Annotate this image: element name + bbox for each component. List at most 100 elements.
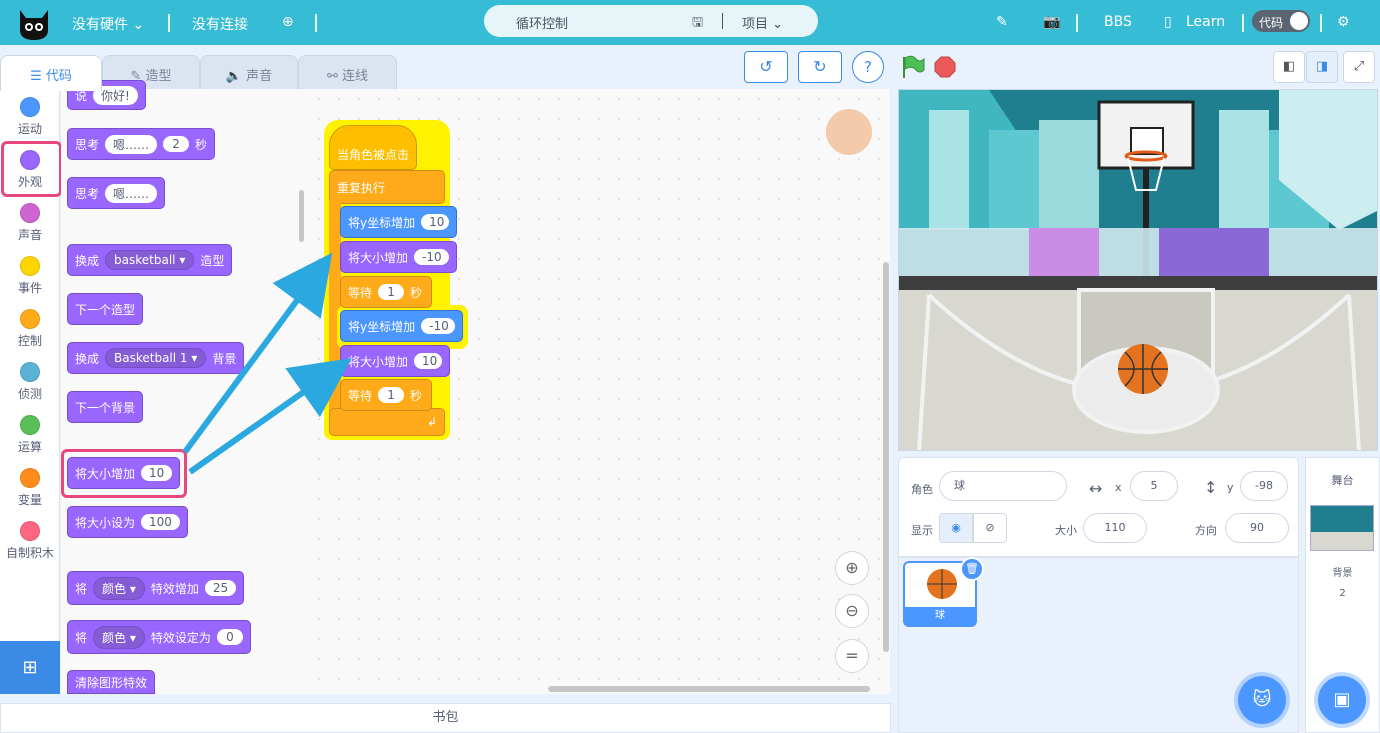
zoom-out-button[interactable]: ⊖ — [835, 594, 869, 628]
green-flag-icon[interactable] — [900, 54, 926, 80]
number-input[interactable]: 10 — [414, 353, 442, 369]
project-menu[interactable]: 项目 ⌄ — [742, 13, 783, 32]
change-y-block[interactable]: 将y坐标增加 -10 — [340, 310, 463, 342]
wait-block[interactable]: 等待 1 秒 — [340, 379, 432, 411]
trash-icon: 🗑 — [965, 562, 979, 575]
show-button[interactable]: ◉ — [939, 513, 973, 543]
cat-logo-icon[interactable] — [14, 2, 54, 42]
gear-icon[interactable]: ⚙ — [1337, 14, 1350, 30]
large-stage-button[interactable]: ◨ — [1306, 51, 1338, 83]
category-control[interactable]: 控制 — [0, 309, 60, 349]
size-field[interactable]: 110 — [1083, 513, 1147, 543]
backdrop-thumbnail — [1310, 505, 1374, 551]
zoom-in-button[interactable]: ⊕ — [835, 551, 869, 585]
stage[interactable] — [898, 89, 1378, 451]
add-extension-button[interactable]: ⊞ — [0, 641, 60, 694]
next-backdrop-block[interactable]: 下一个背景 — [67, 391, 144, 423]
next-costume-block[interactable]: 下一个造型 — [67, 293, 144, 325]
set-effect-block[interactable]: 将颜色 ▾ 特效设定为 0 — [67, 620, 251, 654]
size-input[interactable]: 100 — [141, 514, 180, 530]
effect-input[interactable]: 25 — [204, 580, 237, 596]
add-backdrop-button[interactable]: ▣ — [1318, 676, 1366, 724]
set-size-block[interactable]: 将大小设为 100 — [67, 506, 188, 538]
stop-icon[interactable] — [934, 56, 956, 78]
chevron-down-icon: ⌄ — [772, 17, 784, 32]
delete-sprite-button[interactable]: 🗑 — [960, 557, 984, 581]
small-stage-button[interactable]: ◧ — [1273, 51, 1305, 83]
change-y-block[interactable]: 将y坐标增加 10 — [340, 206, 457, 238]
category-my-blocks[interactable]: 自制积木 — [0, 521, 60, 561]
category-variables[interactable]: 变量 — [0, 468, 60, 508]
project-title-input[interactable]: 循环控制 — [516, 13, 568, 32]
number-input[interactable]: 1 — [378, 284, 405, 300]
effect-dropdown[interactable]: 颜色 ▾ — [93, 625, 145, 649]
category-events[interactable]: 事件 — [0, 256, 60, 296]
x-field[interactable]: 5 — [1130, 471, 1178, 501]
redo-button[interactable]: ↻ — [798, 51, 842, 83]
switch-costume-block[interactable]: 换成 basketball ▾ 造型 — [67, 244, 233, 276]
script-horizontal-scrollbar[interactable] — [548, 686, 870, 692]
y-field[interactable]: -98 — [1240, 471, 1288, 501]
tab-connect[interactable]: ⚯ 连线 — [298, 55, 397, 89]
when-sprite-clicked-block[interactable]: 当角色被点击 — [329, 125, 417, 170]
change-size-block[interactable]: 将大小增加 10 — [340, 345, 450, 377]
zoom-reset-button[interactable]: = — [835, 639, 869, 673]
project-title-bar: 循环控制 🖫 项目 ⌄ — [484, 5, 818, 37]
think-input[interactable]: 嗯…… — [105, 183, 158, 203]
category-sound[interactable]: 声音 — [0, 203, 60, 243]
camera-icon[interactable]: 📷 — [1043, 14, 1060, 30]
number-input[interactable]: -10 — [414, 249, 449, 265]
code-mode-toggle[interactable]: 代码 — [1252, 10, 1310, 32]
script-vertical-scrollbar[interactable] — [883, 262, 889, 652]
edit-icon[interactable]: ✎ — [996, 14, 1008, 30]
basketball-icon — [927, 569, 957, 599]
category-sensing[interactable]: 侦测 — [0, 362, 60, 402]
globe-icon[interactable]: ⊕ — [282, 14, 294, 30]
forever-block[interactable]: 重复执行 — [329, 170, 445, 204]
number-input[interactable]: 1 — [378, 387, 405, 403]
category-motion[interactable]: 运动 — [0, 97, 60, 137]
think-input[interactable]: 嗯…… — [105, 134, 158, 154]
current-sprite-thumbnail — [826, 109, 872, 155]
connection-menu[interactable]: 没有连接 — [192, 14, 248, 34]
effect-input[interactable]: 0 — [216, 629, 243, 645]
undo-icon: ↺ — [759, 57, 773, 76]
loop-arrow-icon: ↲ — [426, 415, 437, 429]
effect-dropdown[interactable]: 颜色 ▾ — [93, 576, 145, 600]
small-stage-icon: ◧ — [1282, 59, 1296, 74]
change-size-block[interactable]: 将大小增加 -10 — [340, 241, 457, 273]
x-arrows-icon: ↔ — [1089, 479, 1103, 498]
change-effect-block[interactable]: 将颜色 ▾ 特效增加 25 — [67, 571, 245, 605]
backdrop-dropdown[interactable]: Basketball 1 ▾ — [105, 348, 207, 368]
learn-link[interactable]: Learn — [1186, 14, 1225, 30]
wait-block[interactable]: 等待 1 秒 — [340, 276, 432, 308]
think-block[interactable]: 思考 嗯…… — [67, 177, 166, 209]
secs-input[interactable]: 2 — [163, 136, 190, 152]
hide-button[interactable]: ⊘ — [973, 513, 1007, 543]
tab-sounds[interactable]: 🔈 声音 — [200, 55, 298, 89]
think-secs-block[interactable]: 思考 嗯…… 2 秒 — [67, 128, 216, 160]
number-input[interactable]: 10 — [421, 214, 449, 230]
direction-field[interactable]: 90 — [1225, 513, 1289, 543]
category-dot — [20, 415, 40, 435]
add-sprite-button[interactable]: 🐱 — [1238, 676, 1286, 724]
costume-dropdown[interactable]: basketball ▾ — [105, 250, 195, 270]
bbs-link[interactable]: BBS — [1104, 14, 1132, 30]
speaker-icon: 🔈 — [225, 69, 243, 84]
sprite-name-field[interactable]: 球 — [939, 471, 1067, 501]
zoom-reset-icon: = — [845, 646, 859, 665]
palette-scrollbar[interactable] — [299, 190, 304, 242]
backpack-bar[interactable]: 书包 — [0, 703, 891, 733]
code-icon: ☰ — [30, 69, 42, 84]
switch-backdrop-block[interactable]: 换成 Basketball 1 ▾ 背景 — [67, 342, 245, 374]
clear-effects-block[interactable]: 清除图形特效 — [67, 670, 156, 694]
category-operators[interactable]: 运算 — [0, 415, 60, 455]
hardware-menu[interactable]: 没有硬件 ⌄ — [72, 14, 144, 34]
tab-code[interactable]: ☰ 代码 — [0, 55, 102, 91]
category-highlight-box — [1, 141, 62, 197]
undo-button[interactable]: ↺ — [744, 51, 788, 83]
fullscreen-button[interactable]: ⤢ — [1343, 51, 1375, 83]
help-button[interactable]: ? — [852, 51, 884, 83]
number-input[interactable]: -10 — [421, 318, 455, 334]
save-icon[interactable]: 🖫 — [692, 13, 703, 35]
